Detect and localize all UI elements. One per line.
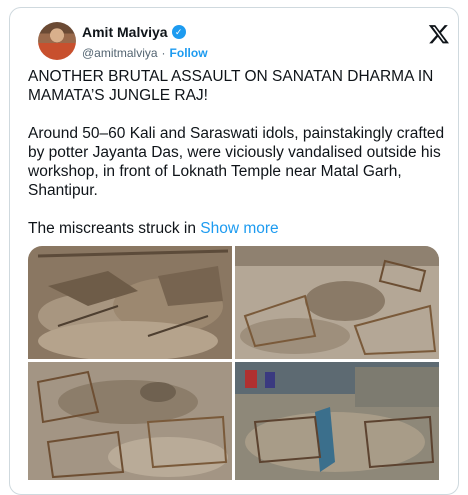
media-photo-1[interactable] bbox=[28, 246, 232, 359]
tweet-paragraph-3-text: The miscreants struck in bbox=[28, 220, 196, 237]
tweet-paragraph-3: The miscreants struck in Show more bbox=[28, 219, 448, 238]
tweet-paragraph-1: ANOTHER BRUTAL ASSAULT ON SANATAN DHARMA… bbox=[28, 68, 434, 104]
photo-2-image bbox=[235, 246, 439, 359]
media-grid[interactable] bbox=[28, 246, 439, 480]
author-name-row: Amit Malviya ✓ bbox=[82, 24, 186, 40]
verified-check-icon: ✓ bbox=[171, 25, 186, 39]
photo-3-image bbox=[28, 362, 232, 480]
avatar[interactable] bbox=[38, 22, 76, 60]
media-photo-2[interactable] bbox=[235, 246, 439, 359]
separator-dot: · bbox=[161, 46, 166, 60]
x-logo-icon[interactable] bbox=[428, 23, 450, 45]
media-photo-3[interactable] bbox=[28, 362, 232, 480]
author-handle-row: @amitmalviya · Follow bbox=[82, 46, 208, 60]
author-name[interactable]: Amit Malviya bbox=[82, 24, 168, 40]
tweet-paragraph-2: Around 50–60 Kali and Saraswati idols, p… bbox=[28, 125, 445, 199]
media-photo-4[interactable] bbox=[235, 362, 439, 480]
photo-1-image bbox=[28, 246, 232, 359]
photo-4-image bbox=[235, 362, 439, 480]
follow-button[interactable]: Follow bbox=[170, 46, 208, 60]
show-more-link[interactable]: Show more bbox=[200, 220, 278, 237]
author-handle[interactable]: @amitmalviya bbox=[82, 46, 158, 60]
